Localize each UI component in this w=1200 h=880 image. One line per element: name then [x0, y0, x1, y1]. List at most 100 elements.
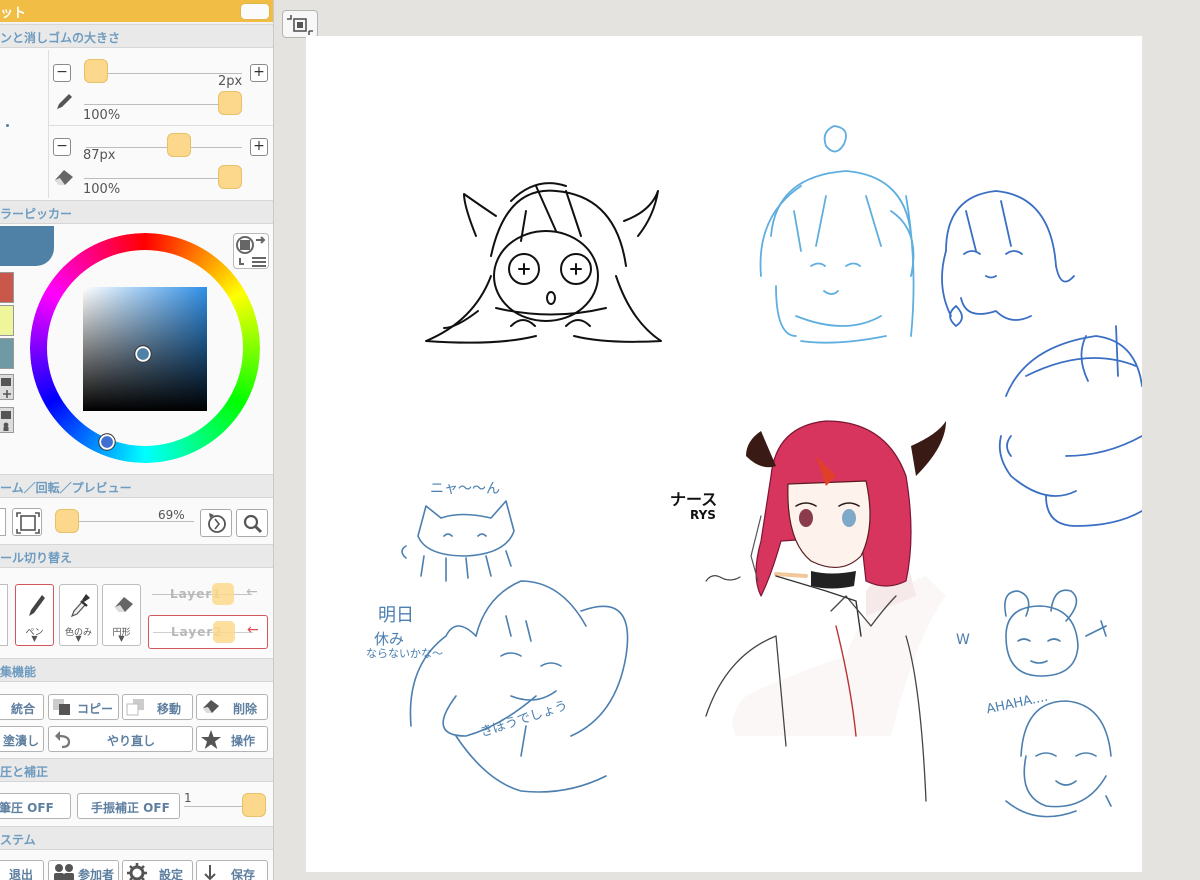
delete-eraser-icon	[203, 700, 219, 713]
color-swap-icon	[236, 236, 266, 267]
button-label: 参加者	[78, 868, 115, 880]
settings-button[interactable]: 設定	[122, 860, 193, 880]
zoom-prev-button[interactable]	[0, 508, 6, 536]
fill-button[interactable]: 塗潰し	[0, 726, 44, 752]
sketch-cat	[401, 500, 515, 582]
section-color-picker[interactable]: ラーピッカー	[0, 200, 273, 224]
move-button[interactable]: 移動	[122, 694, 193, 720]
merge-button[interactable]: 統合	[0, 694, 44, 720]
participants-icon	[54, 864, 74, 880]
tool-hand-partial[interactable]	[0, 584, 8, 646]
hue-cursor[interactable]	[98, 433, 116, 451]
button-label: 設定	[159, 868, 184, 880]
delete-button[interactable]: 削除	[196, 694, 268, 720]
tool-color-only-button[interactable]: 色のみ ▼	[59, 584, 98, 646]
palette-collapse-toggle[interactable]	[240, 3, 270, 20]
color-swatch-teal[interactable]	[0, 338, 14, 369]
fit-screen-button[interactable]	[12, 508, 42, 536]
zoom-slider-knob[interactable]	[55, 509, 79, 533]
tool-caret: ▼	[31, 634, 38, 643]
layer-select-arrow[interactable]: ←	[246, 584, 258, 600]
color-swatch-yellow[interactable]	[0, 305, 14, 336]
drawing-canvas[interactable]: ニャ〜〜ん ナース RYS 明日 休み ならないかな〜 きぼうでしょう AHAH…	[306, 36, 1142, 872]
canvas-frame-button[interactable]	[282, 10, 318, 38]
redo-icon	[55, 731, 71, 749]
canvas-artwork	[401, 125, 1142, 818]
tool-circle-button[interactable]: 円形 ▼	[102, 584, 141, 646]
star-icon	[201, 730, 221, 749]
pen-size-minus-button[interactable]: −	[53, 64, 71, 82]
magnifier-icon	[243, 514, 263, 534]
layer-visibility-knob[interactable]	[213, 621, 235, 643]
eraser-opacity-slider-knob[interactable]	[218, 165, 242, 189]
section-zoom-rotate-preview[interactable]: ーム／回転／プレビュー	[0, 474, 273, 498]
saturation-value-cursor[interactable]	[134, 345, 152, 363]
frame-icon	[287, 15, 313, 35]
tool-pen-button[interactable]: ペン ▼	[15, 584, 54, 646]
pen-size-plus-button[interactable]: +	[250, 64, 268, 82]
handwriting-rys: RYS	[690, 508, 716, 522]
button-label: やり直し	[107, 734, 156, 748]
palette-title: ット	[0, 6, 27, 21]
stabilizer-toggle-button[interactable]: 手振補正 OFF	[77, 793, 180, 819]
divider	[48, 125, 273, 126]
section-title: ーム／回転／プレビュー	[0, 481, 132, 495]
fit-screen-icon	[16, 512, 40, 534]
section-pressure-correction[interactable]: 圧と補正	[0, 758, 273, 782]
eraser-size-plus-button[interactable]: +	[250, 138, 268, 156]
exit-button[interactable]: 退出	[0, 860, 44, 880]
section-system[interactable]: ステム	[0, 826, 273, 850]
eyedropper-swatch-button[interactable]	[0, 407, 14, 433]
layer-select-arrow[interactable]: ←	[247, 622, 259, 638]
section-tool-switch[interactable]: ール切り替え	[0, 544, 273, 568]
handwriting-holiday: 休み	[374, 630, 405, 648]
layer-2-row[interactable]: Layer2 ←	[148, 615, 268, 649]
button-label: 保存	[231, 868, 256, 880]
tool-caret: ▼	[118, 634, 125, 643]
button-label: 削除	[233, 702, 258, 716]
rotate-button[interactable]	[200, 509, 232, 537]
copy-button[interactable]: コピー	[48, 694, 119, 720]
stabilizer-value: 1	[184, 791, 192, 805]
zoom-value: 69%	[158, 508, 185, 522]
palette-panel: ット ンと消しゴムの大きさ − + 2px 100% − + 87px 100%…	[0, 0, 274, 880]
redo-button[interactable]: やり直し	[48, 726, 193, 752]
layer-visibility-knob[interactable]	[212, 583, 234, 605]
add-swatch-icon	[1, 378, 11, 398]
handwriting-naranai: ならないかな〜	[366, 647, 443, 660]
person-swatch-icon	[1, 411, 11, 431]
section-edit-functions[interactable]: 集機能	[0, 658, 273, 682]
eraser-size-slider-knob[interactable]	[167, 133, 191, 157]
brush-preview-dot	[6, 124, 9, 127]
color-swatch-red[interactable]	[0, 272, 14, 303]
divider	[48, 50, 49, 198]
stabilizer-slider-track[interactable]	[184, 806, 246, 807]
participants-button[interactable]: 参加者	[48, 860, 119, 880]
handwriting-w: W	[956, 632, 970, 648]
add-swatch-button[interactable]	[0, 374, 14, 400]
eraser-opacity-slider-track[interactable]	[84, 178, 226, 179]
sketch-laughing-girl	[1005, 700, 1112, 818]
stabilizer-slider-knob[interactable]	[242, 793, 266, 817]
sketch-nurse-demon	[705, 420, 946, 802]
save-button[interactable]: 保存	[196, 860, 268, 880]
pen-opacity-slider-knob[interactable]	[218, 91, 242, 115]
operation-button[interactable]: 操作	[196, 726, 268, 752]
section-title: 圧と補正	[0, 765, 49, 779]
button-label: 退出	[9, 868, 34, 880]
button-label: 手振補正 OFF	[91, 801, 170, 815]
pen-opacity-slider-track[interactable]	[84, 104, 226, 105]
preview-button[interactable]	[236, 509, 268, 537]
section-title: ステム	[0, 833, 36, 847]
eraser-size-minus-button[interactable]: −	[53, 138, 71, 156]
eraser-icon	[55, 170, 73, 185]
layer-1-row[interactable]: Layer1 ←	[148, 578, 268, 612]
pen-size-slider-knob[interactable]	[84, 59, 108, 83]
section-pen-eraser-size[interactable]: ンと消しゴムの大きさ	[0, 24, 273, 48]
button-label: コピー	[77, 702, 114, 716]
palette-title-bar[interactable]: ット	[0, 0, 273, 22]
color-mode-button[interactable]	[233, 233, 269, 269]
color-wheel[interactable]	[30, 233, 260, 463]
pressure-toggle-button[interactable]: 筆圧 OFF	[0, 793, 71, 819]
section-title: ラーピッカー	[0, 207, 73, 221]
